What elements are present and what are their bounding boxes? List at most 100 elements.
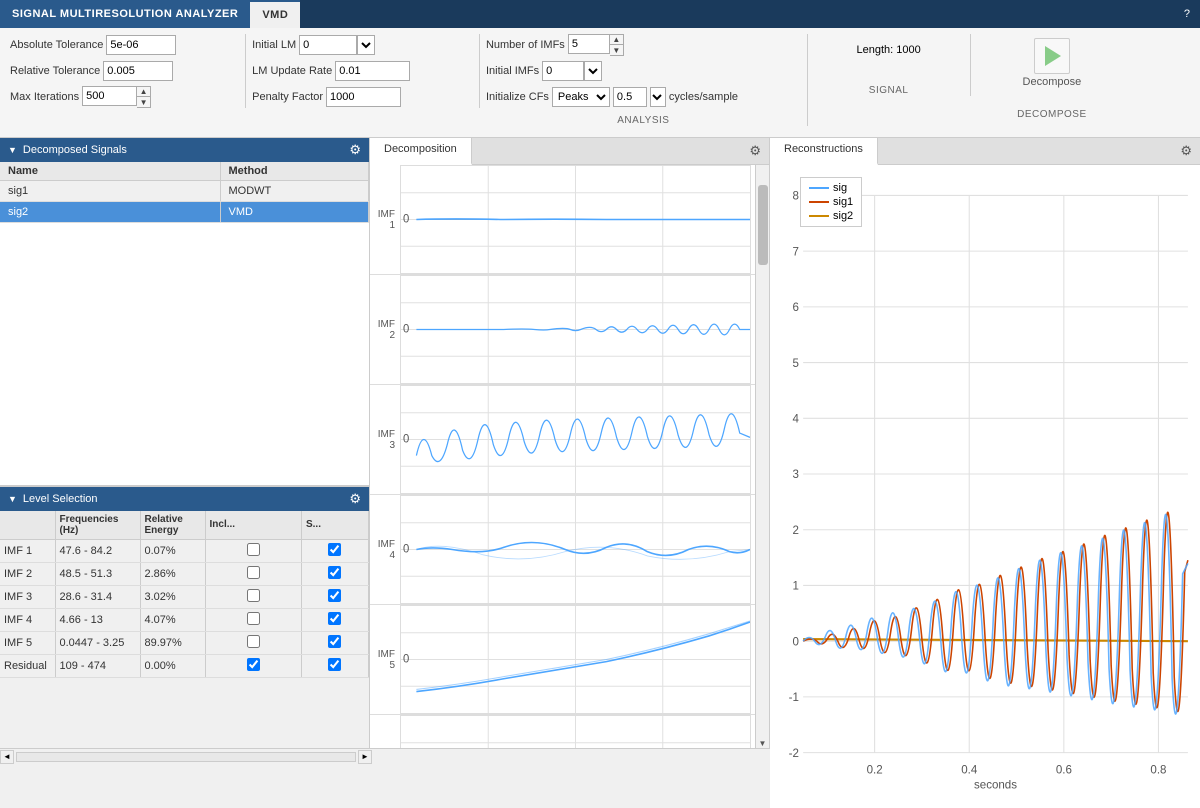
horizontal-scrollbar[interactable] xyxy=(16,752,356,762)
reconstruction-svg: 8 7 6 5 4 3 2 1 0 -1 -2 xyxy=(780,175,1190,798)
level-imf4-s-cell[interactable] xyxy=(301,608,368,631)
max-iterations-up[interactable]: ▲ xyxy=(137,87,150,97)
max-iterations-arrows[interactable]: ▲ ▼ xyxy=(137,86,151,108)
rel-tolerance-input[interactable] xyxy=(103,61,173,81)
legend-sig1: sig1 xyxy=(809,196,853,208)
initial-imfs-input[interactable] xyxy=(542,61,584,81)
level-imf5-energy: 89.97% xyxy=(140,631,205,654)
imf-scrollbar[interactable]: ▼ xyxy=(755,165,769,748)
imf4-canvas: 0 xyxy=(400,495,751,604)
level-imf2-incl-cell[interactable] xyxy=(205,562,301,585)
level-imf5-incl-cell[interactable] xyxy=(205,631,301,654)
svg-text:2: 2 xyxy=(793,525,799,537)
level-residual-incl-cell[interactable] xyxy=(205,654,301,677)
vmd-tab[interactable]: VMD xyxy=(250,0,300,28)
imf-plots[interactable]: IMF 1 0 xyxy=(370,165,755,748)
num-imfs-input[interactable] xyxy=(568,34,610,54)
max-iterations-down[interactable]: ▼ xyxy=(137,97,150,107)
scroll-right-btn[interactable]: ► xyxy=(358,750,372,764)
max-iterations-spinner[interactable]: ▲ ▼ xyxy=(82,86,151,108)
legend-sig1-label: sig1 xyxy=(833,196,853,208)
imf-scrollbar-thumb[interactable] xyxy=(758,185,768,265)
svg-text:0.2: 0.2 xyxy=(867,765,883,777)
reconstructions-settings-icon[interactable]: ⚙ xyxy=(1172,138,1200,164)
level-imf1-s[interactable] xyxy=(328,543,341,556)
num-imfs-up[interactable]: ▲ xyxy=(610,35,623,45)
level-imf3-incl-cell[interactable] xyxy=(205,585,301,608)
initial-lm-row: Initial LM ▼ xyxy=(252,34,473,56)
svg-text:7: 7 xyxy=(793,246,799,258)
decomposition-tab-bar: Decomposition ⚙ xyxy=(370,138,769,165)
initial-imfs-label: Initial IMFs xyxy=(486,65,539,77)
legend: sig sig1 sig2 xyxy=(800,177,862,227)
level-residual-s-cell[interactable] xyxy=(301,654,368,677)
init-cfs-value[interactable] xyxy=(613,87,647,107)
level-col-freq: Frequencies(Hz) xyxy=(55,511,140,540)
right-panel: Reconstructions ⚙ sig sig1 sig2 xyxy=(770,138,1200,748)
signal-row-sig1[interactable]: sig1 MODWT xyxy=(0,181,369,202)
level-selection-settings-icon[interactable]: ⚙ xyxy=(349,491,361,507)
abs-tolerance-label: Absolute Tolerance xyxy=(10,39,103,51)
initial-imfs-select[interactable]: ▼ xyxy=(584,61,602,81)
level-imf3-incl[interactable] xyxy=(247,589,260,602)
imf4-label: IMF 4 xyxy=(370,539,400,561)
decompose-section-label: DECOMPOSE xyxy=(1017,109,1087,120)
imf5-svg: 0 xyxy=(401,606,750,713)
lm-update-input[interactable] xyxy=(335,61,410,81)
initial-lm-select[interactable]: ▼ xyxy=(357,35,375,55)
scroll-left-btn[interactable]: ◄ xyxy=(0,750,14,764)
decomposed-signals-collapse[interactable]: ▼ xyxy=(8,145,17,155)
reconstructions-tab[interactable]: Reconstructions xyxy=(770,138,878,165)
decomposition-content: IMF 1 0 xyxy=(370,165,769,748)
lm-update-row: LM Update Rate xyxy=(252,60,473,82)
level-imf5-s[interactable] xyxy=(328,635,341,648)
level-imf3-energy: 3.02% xyxy=(140,585,205,608)
level-imf3-s[interactable] xyxy=(328,589,341,602)
init-cfs-dropdown[interactable]: ▼ xyxy=(650,87,666,107)
level-imf4-incl[interactable] xyxy=(247,612,260,625)
level-imf5-s-cell[interactable] xyxy=(301,631,368,654)
imf2-row: IMF 2 0 xyxy=(370,275,755,385)
level-imf1-label: IMF 1 xyxy=(0,539,55,562)
level-imf2-incl[interactable] xyxy=(247,566,260,579)
level-imf1-s-cell[interactable] xyxy=(301,539,368,562)
signal-method-sig2: VMD xyxy=(220,202,369,223)
initial-lm-input[interactable] xyxy=(299,35,357,55)
level-residual-incl[interactable] xyxy=(247,658,260,671)
level-imf2-energy: 2.86% xyxy=(140,562,205,585)
level-imf4-incl-cell[interactable] xyxy=(205,608,301,631)
level-row-imf4: IMF 4 4.66 - 13 4.07% xyxy=(0,608,369,631)
num-imfs-down[interactable]: ▼ xyxy=(610,45,623,55)
signal-row-sig2[interactable]: sig2 VMD xyxy=(0,202,369,223)
decomposition-tab[interactable]: Decomposition xyxy=(370,138,472,165)
init-cfs-select[interactable]: Peaks xyxy=(552,87,610,107)
svg-text:0.4: 0.4 xyxy=(961,765,978,777)
decomposed-signals-settings-icon[interactable]: ⚙ xyxy=(349,142,361,158)
penalty-row: Penalty Factor xyxy=(252,86,473,108)
level-imf4-s[interactable] xyxy=(328,612,341,625)
penalty-input[interactable] xyxy=(326,87,401,107)
num-imfs-spinner[interactable]: ▲ ▼ xyxy=(568,34,624,56)
signal-table: Name Method sig1 MODWT sig2 VMD xyxy=(0,162,369,223)
decomposed-signals-title-row: ▼ Decomposed Signals xyxy=(8,144,127,156)
svg-text:1: 1 xyxy=(793,581,799,593)
level-imf3-s-cell[interactable] xyxy=(301,585,368,608)
level-selection-collapse[interactable]: ▼ xyxy=(8,494,17,504)
imf2-label: IMF 2 xyxy=(370,319,400,341)
level-imf2-s[interactable] xyxy=(328,566,341,579)
help-button[interactable]: ? xyxy=(1174,0,1200,28)
level-imf1-incl[interactable] xyxy=(247,543,260,556)
max-iterations-input[interactable] xyxy=(82,86,137,106)
level-residual-s[interactable] xyxy=(328,658,341,671)
abs-tolerance-input[interactable] xyxy=(106,35,176,55)
app-title-label: SIGNAL MULTIRESOLUTION ANALYZER xyxy=(12,8,238,20)
decomposition-settings-icon[interactable]: ⚙ xyxy=(741,138,769,164)
num-imfs-arrows[interactable]: ▲ ▼ xyxy=(610,34,624,56)
level-imf5-incl[interactable] xyxy=(247,635,260,648)
decompose-button[interactable]: Decompose xyxy=(1023,38,1082,88)
level-imf2-s-cell[interactable] xyxy=(301,562,368,585)
imf-scroll-down-arrow[interactable]: ▼ xyxy=(758,738,768,748)
level-imf1-incl-cell[interactable] xyxy=(205,539,301,562)
svg-text:3: 3 xyxy=(793,469,799,481)
decompose-col: Decompose DECOMPOSE xyxy=(971,34,1134,120)
